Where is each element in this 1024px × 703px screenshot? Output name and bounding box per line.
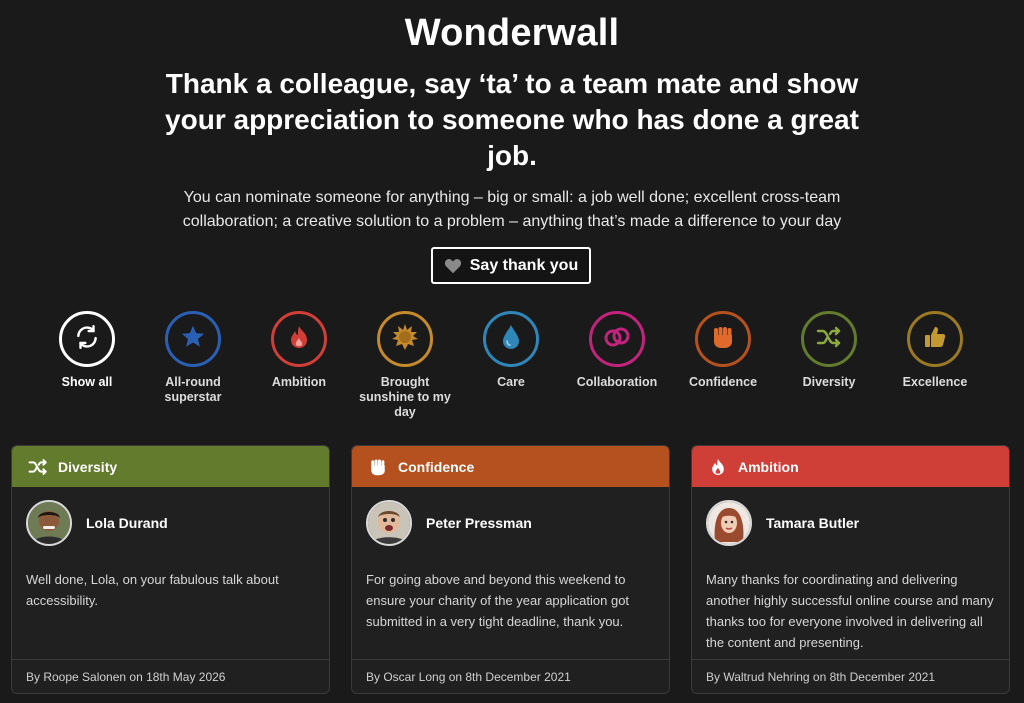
card-footer: By Roope Salonen on 18th May 2026 (12, 659, 329, 693)
card-message: For going above and beyond this weekend … (366, 572, 630, 629)
nomination-card[interactable]: Ambition Tamara Butler Many thanks for c… (691, 445, 1010, 694)
shuffle-icon (28, 457, 48, 477)
filter-label: Excellence (902, 375, 968, 389)
page-intro: You can nominate someone for anything – … (182, 189, 842, 230)
fist-icon (711, 324, 735, 355)
card-category-label: Confidence (398, 458, 475, 475)
filter-all-round-superstar[interactable]: All-round superstar (140, 311, 246, 405)
nomination-card[interactable]: Confidence Peter Pressman For going abov… (351, 445, 670, 694)
card-category-header: Diversity (12, 446, 329, 487)
flame-icon (708, 457, 728, 477)
filter-ring (695, 311, 751, 367)
shuffle-icon (816, 326, 842, 353)
flame-icon (288, 325, 310, 354)
page-headline: Thank a colleague, say ‘ta’ to a team ma… (165, 68, 859, 171)
filter-label: Show all (61, 375, 113, 389)
filter-ring (59, 311, 115, 367)
filter-ring (377, 311, 433, 367)
filter-ring (907, 311, 963, 367)
filter-care[interactable]: Care (458, 311, 564, 390)
card-message: Many thanks for coordinating and deliver… (706, 572, 994, 650)
filter-label: Care (497, 375, 525, 389)
card-footer: By Waltrud Nehring on 8th December 2021 (692, 659, 1009, 693)
filter-brought-sunshine[interactable]: Brought sunshine to my day (352, 311, 458, 420)
filter-label: Brought sunshine to my day (359, 375, 451, 419)
filter-label: Confidence (688, 375, 758, 389)
filter-ambition[interactable]: Ambition (246, 311, 352, 390)
filter-ring (483, 311, 539, 367)
star-icon (180, 324, 206, 355)
filter-label: Ambition (271, 375, 327, 389)
thumbs-up-icon (923, 325, 947, 354)
heart-icon (444, 258, 462, 274)
rings-icon (602, 324, 632, 355)
sun-icon (391, 323, 419, 356)
refresh-icon (74, 324, 100, 355)
avatar (366, 499, 412, 546)
fist-icon (368, 457, 388, 477)
filter-ring (271, 311, 327, 367)
filter-confidence[interactable]: Confidence (670, 311, 776, 390)
droplet-icon (501, 324, 521, 355)
filter-excellence[interactable]: Excellence (882, 311, 988, 390)
filter-collaboration[interactable]: Collaboration (564, 311, 670, 390)
say-thank-you-button[interactable]: Say thank you (431, 247, 591, 284)
filter-ring (165, 311, 221, 367)
card-message: Well done, Lola, on your fabulous talk a… (26, 572, 279, 608)
card-category-header: Ambition (692, 446, 1009, 487)
filter-diversity[interactable]: Diversity (776, 311, 882, 390)
card-recipient: Peter Pressman (352, 487, 669, 547)
say-thank-you-label: Say thank you (469, 256, 579, 274)
recipient-name: Peter Pressman (426, 514, 532, 531)
card-category-label: Ambition (738, 458, 799, 475)
filter-label: Diversity (802, 375, 856, 389)
recipient-name: Lola Durand (86, 514, 168, 531)
recipient-name: Tamara Butler (766, 514, 860, 531)
filter-label: All-round superstar (164, 375, 222, 404)
card-recipient: Tamara Butler (692, 487, 1009, 547)
card-category-label: Diversity (58, 458, 118, 475)
card-category-header: Confidence (352, 446, 669, 487)
avatar (706, 499, 752, 546)
page-title: Wonderwall (404, 12, 620, 54)
filter-ring (801, 311, 857, 367)
nomination-card[interactable]: Diversity Lola Durand Well done, Lola, o… (11, 445, 330, 694)
category-filters: Show all All-round superstar Ambition Br… (0, 311, 1024, 421)
avatar (26, 499, 72, 546)
card-recipient: Lola Durand (12, 487, 329, 547)
filter-ring (589, 311, 645, 367)
filter-label: Collaboration (576, 375, 658, 389)
card-footer: By Oscar Long on 8th December 2021 (352, 659, 669, 693)
filter-show-all[interactable]: Show all (34, 311, 140, 390)
